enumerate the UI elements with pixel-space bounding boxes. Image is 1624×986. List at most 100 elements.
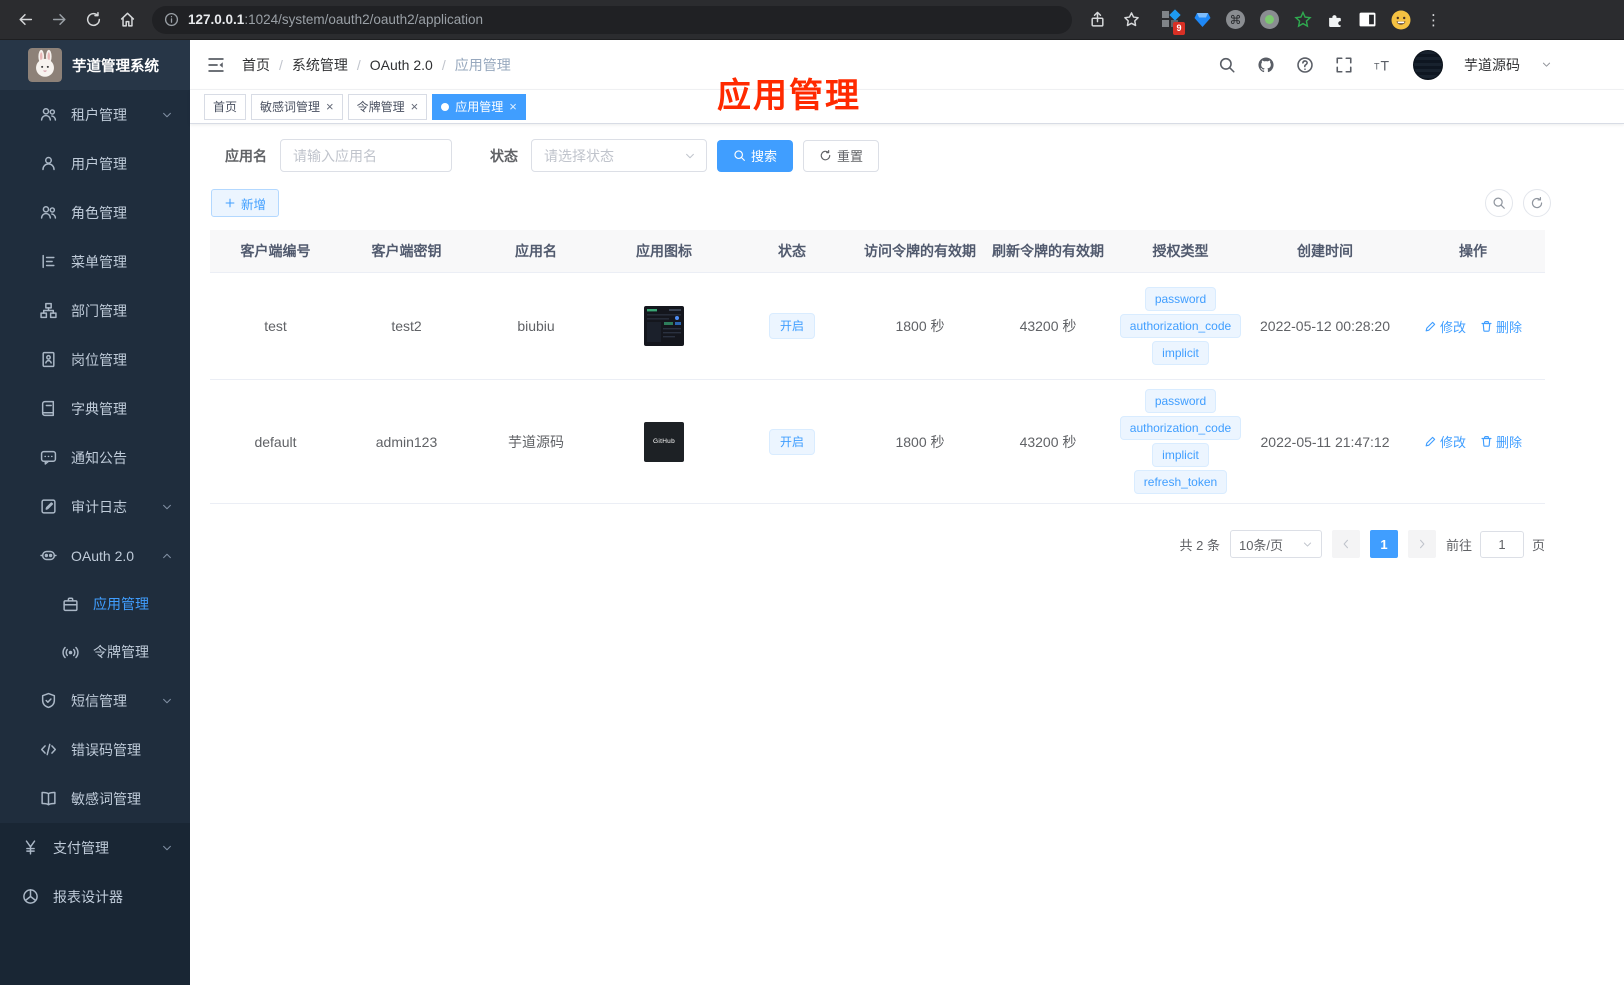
fullscreen-icon[interactable] [1335, 56, 1353, 74]
edit-button[interactable]: 修改 [1424, 317, 1466, 336]
extension-record-icon[interactable] [1260, 10, 1279, 29]
goto-page-input[interactable] [1479, 530, 1524, 558]
prev-page-button[interactable] [1331, 530, 1360, 558]
column-header: 创建时间 [1297, 243, 1353, 259]
sidebar-item-label: 角色管理 [71, 204, 127, 221]
sidebar-item-label: 短信管理 [71, 692, 127, 709]
sidebar-item-sms[interactable]: 短信管理 [0, 676, 190, 725]
sidebar-item-oauth2[interactable]: OAuth 2.0 [0, 531, 190, 580]
user-menu-caret-icon[interactable] [1541, 59, 1552, 70]
sidebar-item-menu[interactable]: 菜单管理 [0, 237, 190, 286]
status-select[interactable]: 请选择状态 [531, 139, 707, 172]
column-header: 操作 [1459, 243, 1487, 259]
home-icon[interactable] [112, 5, 142, 35]
current-page-button[interactable]: 1 [1369, 530, 1398, 558]
chevron-down-icon [161, 109, 173, 121]
token-icon [62, 644, 79, 661]
dictionary-icon [40, 400, 57, 417]
chevron-down-icon [1302, 539, 1313, 550]
sidebar-item-dict[interactable]: 字典管理 [0, 384, 190, 433]
breadcrumb-separator: / [356, 56, 361, 73]
github-icon[interactable] [1257, 56, 1275, 74]
breadcrumb: 首页 / 系统管理 / OAuth 2.0 / 应用管理 [242, 55, 511, 75]
close-icon[interactable]: × [326, 100, 334, 113]
robot-icon [40, 547, 57, 564]
sidebar-item-label: 通知公告 [71, 449, 127, 466]
profile-avatar-icon[interactable] [1391, 10, 1411, 30]
cell-refresh-token-ttl: 43200 秒 [1019, 433, 1077, 450]
sidebar-item-role[interactable]: 角色管理 [0, 188, 190, 237]
page-size-select[interactable]: 10条/页 [1229, 530, 1322, 558]
next-page-button[interactable] [1407, 530, 1436, 558]
sidebar-item-post[interactable]: 岗位管理 [0, 335, 190, 384]
sidebar-item-sensitive-word[interactable]: 敏感词管理 [0, 774, 190, 823]
sidebar-item-error-code[interactable]: 错误码管理 [0, 725, 190, 774]
tab-application[interactable]: 应用管理 × [432, 93, 526, 120]
edit-icon [1424, 320, 1437, 333]
tab-label: 应用管理 [455, 100, 504, 114]
share-icon[interactable] [1082, 5, 1112, 35]
open-book-icon [40, 790, 57, 807]
reload-icon[interactable] [78, 5, 108, 35]
breadcrumb-separator: / [279, 56, 283, 73]
browser-menu-icon[interactable]: ⋮ [1426, 11, 1441, 29]
breadcrumb-item[interactable]: 系统管理 [292, 55, 348, 75]
message-icon [40, 449, 57, 466]
toggle-search-button[interactable] [1485, 189, 1513, 217]
user-avatar[interactable] [1413, 49, 1443, 80]
extensions-cluster: 9 ⌘ ⋮ [1162, 9, 1441, 35]
goto-suffix: 页 [1531, 537, 1545, 553]
sidebar-item-label: OAuth 2.0 [71, 547, 135, 564]
split-view-icon[interactable] [1359, 12, 1376, 27]
sidebar-item-oauth2-application[interactable]: 应用管理 [0, 580, 190, 628]
refresh-table-button[interactable] [1523, 189, 1551, 217]
add-button[interactable]: 新增 [211, 189, 280, 217]
bookmark-star-icon[interactable] [1116, 5, 1146, 35]
forward-icon[interactable] [44, 5, 74, 35]
sidebar-item-label: 错误码管理 [71, 741, 141, 758]
breadcrumb-item[interactable]: 首页 [242, 55, 270, 75]
sidebar-item-pay[interactable]: 支付管理 [0, 823, 190, 872]
sidebar-item-notice[interactable]: 通知公告 [0, 433, 190, 482]
extensions-puzzle-icon[interactable] [1327, 11, 1344, 28]
grant-type-tag: password [1144, 389, 1217, 413]
sidebar-item-dept[interactable]: 部门管理 [0, 286, 190, 335]
app-name-input[interactable] [280, 139, 452, 172]
user-name[interactable]: 芋道源码 [1464, 55, 1520, 75]
search-button[interactable]: 搜索 [717, 139, 794, 172]
close-icon[interactable]: × [411, 100, 419, 113]
font-size-icon[interactable]: TT [1374, 56, 1392, 74]
sidebar-item-label: 租户管理 [71, 106, 127, 123]
breadcrumb-item[interactable]: OAuth 2.0 [370, 57, 433, 73]
delete-button[interactable]: 删除 [1480, 432, 1522, 451]
delete-button[interactable]: 删除 [1480, 317, 1522, 336]
tab-token[interactable]: 令牌管理 × [347, 93, 428, 120]
sidebar-item-user[interactable]: 用户管理 [0, 139, 190, 188]
sidebar-item-audit-log[interactable]: 审计日志 [0, 482, 190, 531]
site-info-icon[interactable] [164, 12, 179, 27]
extension-grid-icon[interactable]: 9 [1162, 9, 1185, 35]
edit-button[interactable]: 修改 [1424, 432, 1466, 451]
grant-type-tag: authorization_code [1119, 416, 1242, 440]
sidebar-item-tenant[interactable]: 租户管理 [0, 90, 190, 139]
tab-sensitive-word[interactable]: 敏感词管理 × [251, 93, 343, 120]
address-bar[interactable]: 127.0.0.1:1024/system/oauth2/oauth2/appl… [152, 5, 1072, 34]
table-toolbar: 新增 [211, 189, 1551, 217]
tab-label: 令牌管理 [356, 100, 405, 114]
tab-home[interactable]: 首页 [204, 93, 247, 120]
extension-star-icon[interactable] [1294, 10, 1312, 29]
reset-button[interactable]: 重置 [803, 139, 880, 172]
sidebar-item-oauth2-token[interactable]: 令牌管理 [0, 628, 190, 676]
close-icon[interactable]: × [509, 100, 517, 113]
table-body: test test2 biubiu 开启 1800 秒 43200 秒 password au… [210, 273, 1545, 504]
back-icon[interactable] [10, 5, 40, 35]
sidebar-item-report-designer[interactable]: 报表设计器 [0, 872, 190, 921]
app-logo[interactable]: 芋道管理系统 [0, 40, 190, 90]
extension-command-icon[interactable]: ⌘ [1226, 10, 1245, 29]
sidebar-collapse-icon[interactable] [206, 55, 226, 75]
extension-gem-icon[interactable] [1194, 12, 1211, 28]
help-icon[interactable] [1296, 56, 1314, 74]
sidebar-menu-bottom: 支付管理 报表设计器 [0, 823, 190, 985]
sidebar-item-label: 敏感词管理 [71, 790, 141, 807]
search-icon[interactable] [1218, 56, 1236, 74]
